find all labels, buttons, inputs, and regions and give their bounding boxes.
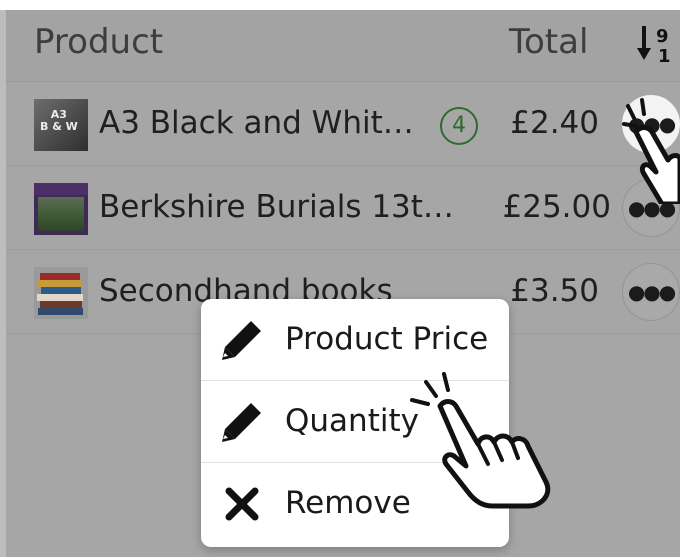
menu-item-product-price[interactable]: Product Price xyxy=(201,299,509,381)
product-name: A3 Black and Whit… xyxy=(99,105,414,141)
thumbnail-caption: A3 B & W xyxy=(40,109,78,133)
svg-text:9: 9 xyxy=(656,26,669,47)
product-thumbnail xyxy=(34,183,88,235)
table-row[interactable]: A3 B & W A3 Black and Whit… 4 £2.40 ●●● xyxy=(6,83,680,166)
more-options-button[interactable]: ●●● xyxy=(622,263,680,321)
menu-item-label: Product Price xyxy=(285,321,489,357)
menu-item-label: Remove xyxy=(285,485,411,521)
product-thumbnail xyxy=(34,267,88,319)
thumbnail-scene xyxy=(38,197,84,231)
product-name: Berkshire Burials 13t… xyxy=(99,189,454,225)
menu-item-label: Quantity xyxy=(285,403,419,439)
sort-numeric-icon[interactable]: 9 1 xyxy=(636,22,676,66)
pencil-icon xyxy=(222,403,261,442)
thumbnail-title-band xyxy=(34,183,88,195)
close-icon xyxy=(225,487,259,521)
pencil-icon xyxy=(222,321,261,360)
product-price: £25.00 xyxy=(502,189,611,225)
table-row[interactable]: Berkshire Burials 13t… £25.00 ●●● xyxy=(6,167,680,250)
table-header: Product Total 9 1 xyxy=(6,10,680,82)
tap-hand-icon xyxy=(410,372,551,509)
product-price: £2.40 xyxy=(510,105,599,141)
product-thumbnail: A3 B & W xyxy=(34,99,88,151)
total-column-header: Total xyxy=(509,22,589,62)
book-stack-image xyxy=(37,273,83,315)
svg-text:1: 1 xyxy=(658,46,671,66)
product-column-header: Product xyxy=(34,22,164,62)
top-strip xyxy=(0,0,680,10)
thumbnail-caption-line: B & W xyxy=(40,120,78,133)
tap-hand-icon xyxy=(622,98,680,204)
